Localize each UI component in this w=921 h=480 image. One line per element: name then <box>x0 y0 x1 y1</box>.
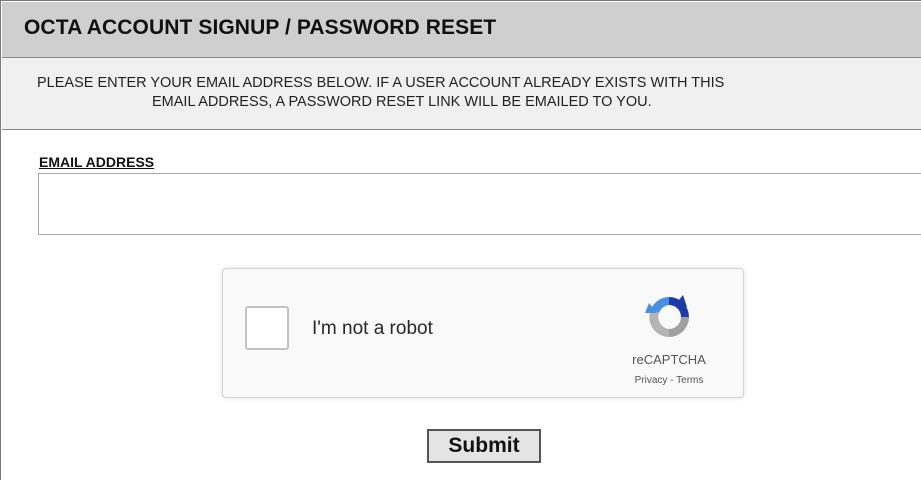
submit-button[interactable]: Submit <box>427 429 541 463</box>
email-label: EMAIL ADDRESS <box>39 154 155 170</box>
recaptcha-links: Privacy - Terms <box>613 375 725 386</box>
instructions-line-2: EMAIL ADDRESS, A PASSWORD RESET LINK WIL… <box>152 94 652 110</box>
page-title: OCTA ACCOUNT SIGNUP / PASSWORD RESET <box>24 16 497 39</box>
recaptcha-label: I'm not a robot <box>312 318 433 339</box>
recaptcha-logo-icon <box>645 295 689 337</box>
link-separator: - <box>667 375 677 386</box>
terms-link[interactable]: Terms <box>676 375 703 386</box>
recaptcha-checkbox[interactable] <box>245 306 289 350</box>
instructions-box: PLEASE ENTER YOUR EMAIL ADDRESS BELOW. I… <box>2 58 921 130</box>
signup-panel: OCTA ACCOUNT SIGNUP / PASSWORD RESET PLE… <box>0 0 921 480</box>
recaptcha-widget: I'm not a robot reCAPTCHA Privacy - Term… <box>222 268 744 398</box>
instructions-line-1: PLEASE ENTER YOUR EMAIL ADDRESS BELOW. I… <box>37 75 725 91</box>
email-field[interactable] <box>38 173 921 235</box>
recaptcha-brand: reCAPTCHA <box>632 352 706 367</box>
page-header: OCTA ACCOUNT SIGNUP / PASSWORD RESET <box>2 2 921 58</box>
privacy-link[interactable]: Privacy <box>635 375 668 386</box>
